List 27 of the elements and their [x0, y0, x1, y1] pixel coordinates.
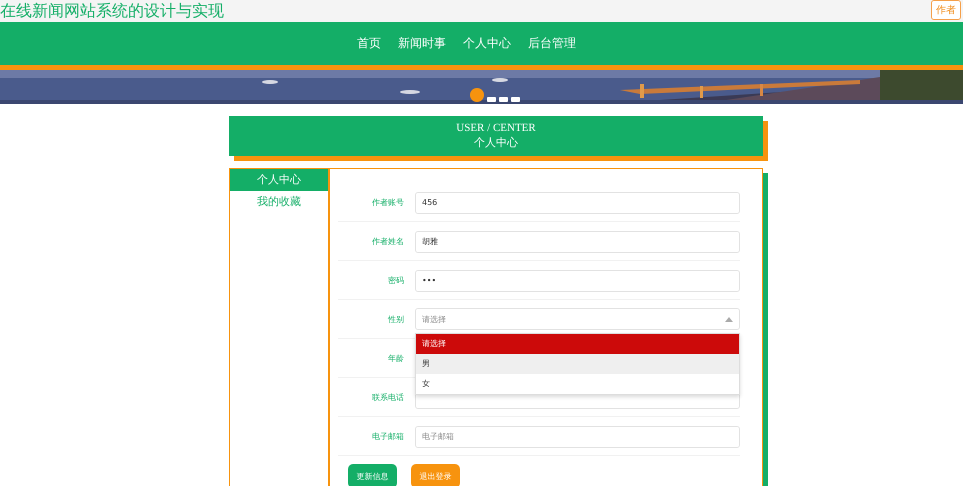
nav-link[interactable]: 新闻时事: [398, 33, 446, 54]
field-label: 年龄: [387, 352, 404, 364]
header-title: USER / CENTER: [455, 122, 537, 134]
input-field[interactable]: 胡雅: [415, 230, 740, 253]
field-label: 性别: [386, 314, 404, 324]
input-field[interactable]: •••: [415, 270, 740, 292]
dropdown-option[interactable]: 女: [416, 374, 739, 394]
logout-button[interactable]: 退出登录: [411, 464, 460, 486]
site-title: 在线新闻网站系统的设计与实现: [0, 0, 224, 22]
sidebar-item[interactable]: 个人中心: [230, 169, 328, 191]
field-label: 电子邮箱: [371, 430, 404, 442]
update-button[interactable]: 更新信息: [348, 464, 397, 486]
header-subtitle: 个人中心: [473, 136, 519, 150]
dropdown-option[interactable]: 请选择: [416, 334, 739, 354]
nav-link[interactable]: 个人中心: [463, 33, 511, 54]
dropdown-option[interactable]: 男: [416, 354, 739, 374]
field-label: 密码: [387, 274, 404, 286]
field-label: 作者账号: [371, 196, 404, 208]
input-field[interactable]: 456: [415, 192, 740, 214]
field-label: 作者姓名: [371, 236, 404, 246]
sidebar-item[interactable]: 我的收藏: [230, 191, 328, 213]
select-field[interactable]: 请选择: [415, 308, 740, 330]
nav-link[interactable]: 首页: [357, 33, 381, 54]
nav-link[interactable]: 后台管理: [528, 33, 576, 54]
input-field[interactable]: 电子邮箱: [415, 426, 740, 448]
author-button[interactable]: 作者: [931, 0, 961, 20]
field-label: 联系电话: [371, 392, 404, 402]
